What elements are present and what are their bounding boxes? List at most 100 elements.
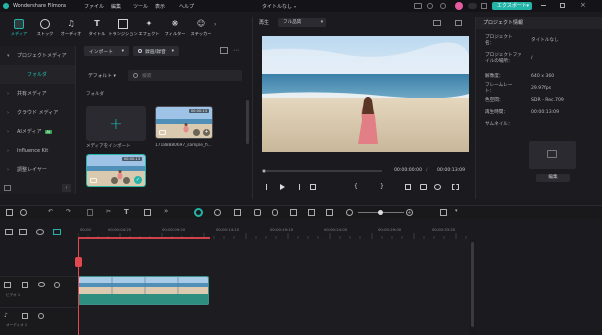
- chevron-down-icon[interactable]: ▾: [294, 4, 296, 9]
- zoom-slider-thumb[interactable]: [378, 210, 383, 215]
- cloud-icon[interactable]: [427, 3, 433, 9]
- lock-icon[interactable]: [22, 282, 28, 288]
- tab-stock[interactable]: ストック: [32, 19, 58, 41]
- chevron-right-icon[interactable]: ›: [214, 21, 216, 41]
- minimize-icon[interactable]: [541, 5, 546, 6]
- collapse-sidebar-icon[interactable]: ‹: [62, 184, 71, 192]
- playback-scrubber[interactable]: [262, 169, 266, 173]
- group-icon[interactable]: [326, 209, 333, 216]
- ai-tool-icon[interactable]: [194, 208, 203, 217]
- fullscreen-icon[interactable]: [452, 184, 459, 190]
- grid-icon[interactable]: [440, 209, 447, 216]
- sidebar-item-influence-kit[interactable]: › Influence Kit: [0, 141, 75, 160]
- more-tools-icon[interactable]: »: [164, 207, 168, 215]
- volume-icon[interactable]: [434, 184, 441, 190]
- filter-icon[interactable]: [220, 47, 228, 54]
- volume-icon[interactable]: [38, 313, 44, 319]
- play-icon[interactable]: [280, 184, 285, 190]
- chevron-down-icon[interactable]: ▾: [455, 208, 458, 214]
- display-icon[interactable]: [405, 184, 411, 190]
- playhead-line[interactable]: [78, 238, 79, 335]
- menu-help[interactable]: ヘルプ: [179, 3, 194, 10]
- add-to-timeline-icon[interactable]: +: [203, 129, 210, 136]
- snap-icon[interactable]: [53, 229, 61, 235]
- avatar[interactable]: [455, 2, 463, 10]
- layout-icon[interactable]: [6, 209, 13, 216]
- playback-progress-track[interactable]: [262, 170, 382, 172]
- tab-filter[interactable]: ❋ フィルター: [162, 19, 188, 41]
- menu-tools[interactable]: ツール: [133, 3, 148, 10]
- mark-out-icon[interactable]: }: [380, 183, 384, 190]
- image-icon[interactable]: [433, 20, 441, 26]
- link-icon[interactable]: [36, 229, 44, 235]
- tab-transition[interactable]: トランジション: [108, 19, 138, 41]
- timeline-video-clip[interactable]: [78, 276, 209, 305]
- sidebar-item-project-media[interactable]: ▾ プロジェクトメディア: [0, 46, 75, 65]
- sidebar-item-cloud-media[interactable]: › クラウド メディア: [0, 103, 75, 122]
- audio-meter-icon[interactable]: [214, 209, 221, 216]
- video-player[interactable]: [262, 36, 469, 152]
- add-folder-icon[interactable]: [4, 185, 11, 191]
- shield-icon[interactable]: [254, 209, 261, 216]
- camera-icon[interactable]: [420, 184, 427, 190]
- preview-tab[interactable]: 再生: [259, 19, 269, 26]
- lock-icon[interactable]: [22, 313, 28, 319]
- export-button[interactable]: エクスポート ▾: [492, 2, 532, 10]
- record-button[interactable]: 録画/録音 ▾: [133, 46, 179, 56]
- maximize-icon[interactable]: [560, 3, 565, 8]
- delete-icon[interactable]: [87, 209, 93, 216]
- tab-sticker[interactable]: ☺ ステッカー: [188, 19, 214, 41]
- replace-icon[interactable]: [193, 129, 200, 136]
- menu-view[interactable]: 表示: [155, 3, 165, 10]
- media-clip-2[interactable]: 00:00:13 ✓: [86, 154, 146, 187]
- menu-edit[interactable]: 編集: [111, 3, 121, 10]
- snapshot-icon[interactable]: [308, 209, 315, 216]
- menu-file[interactable]: ファイル: [84, 3, 104, 10]
- timeline-ruler[interactable]: 00:00 00:00:04:25 00:00:09:20 00:00:14:1…: [78, 225, 478, 239]
- zoom-out-icon[interactable]: [346, 209, 353, 216]
- gift-icon[interactable]: [440, 3, 446, 9]
- sidebar-item-folder[interactable]: フォルダ: [0, 65, 75, 84]
- marker-icon[interactable]: [234, 209, 241, 216]
- monitor-icon[interactable]: [414, 3, 422, 9]
- mark-in-icon[interactable]: {: [354, 183, 358, 190]
- stop-icon[interactable]: [310, 184, 316, 190]
- more-icon[interactable]: ⋯: [233, 47, 239, 54]
- step-forward-icon[interactable]: [294, 184, 300, 190]
- import-button[interactable]: インポート ▾: [84, 46, 129, 56]
- split-icon[interactable]: ✂: [106, 208, 111, 215]
- sidebar-item-shared-media[interactable]: › 共有メディア: [0, 84, 75, 103]
- redo-icon[interactable]: ↷: [66, 208, 71, 215]
- close-icon[interactable]: ×: [580, 1, 586, 9]
- trim-icon[interactable]: [111, 177, 118, 184]
- step-back-icon[interactable]: [266, 184, 271, 190]
- tab-effect[interactable]: ✦ エフェクト: [136, 19, 162, 41]
- sidebar-item-adjustment-layer[interactable]: › 調整レイヤー: [0, 160, 75, 179]
- project-thumbnail[interactable]: [529, 141, 576, 169]
- add-track-icon[interactable]: [5, 229, 13, 235]
- undo-icon[interactable]: ↶: [48, 208, 53, 215]
- text-icon[interactable]: T: [124, 208, 129, 216]
- tab-audio[interactable]: ♫ オーディオ: [58, 19, 84, 41]
- edit-thumbnail-button[interactable]: 編集: [536, 174, 570, 182]
- media-clip-1[interactable]: 00:00:13 +: [155, 106, 213, 139]
- sidebar-item-ai-media[interactable]: › AIメディア AI: [0, 122, 75, 141]
- toggle-icon[interactable]: [468, 3, 477, 9]
- checkmark-icon[interactable]: ✓: [134, 176, 142, 184]
- crop-icon[interactable]: [144, 209, 151, 216]
- eye-icon[interactable]: [38, 282, 45, 287]
- media-scrollbar[interactable]: [246, 100, 249, 144]
- snapshot-icon[interactable]: [455, 20, 462, 26]
- track-manager-icon[interactable]: [19, 229, 27, 235]
- sort-dropdown[interactable]: デフォルト ▾: [88, 72, 116, 79]
- select-icon[interactable]: [20, 209, 27, 216]
- timeline-scroll-thumb[interactable]: [471, 242, 474, 327]
- timeline-vscroll[interactable]: [470, 240, 476, 335]
- import-media-tile[interactable]: +: [86, 106, 146, 141]
- tab-title[interactable]: T タイトル: [84, 19, 110, 41]
- quality-dropdown[interactable]: フル品質 ▾: [278, 18, 326, 27]
- playhead-handle[interactable]: [75, 257, 82, 267]
- microphone-icon[interactable]: [272, 209, 278, 216]
- replace-icon[interactable]: [123, 177, 130, 184]
- zoom-in-icon[interactable]: +: [406, 209, 413, 216]
